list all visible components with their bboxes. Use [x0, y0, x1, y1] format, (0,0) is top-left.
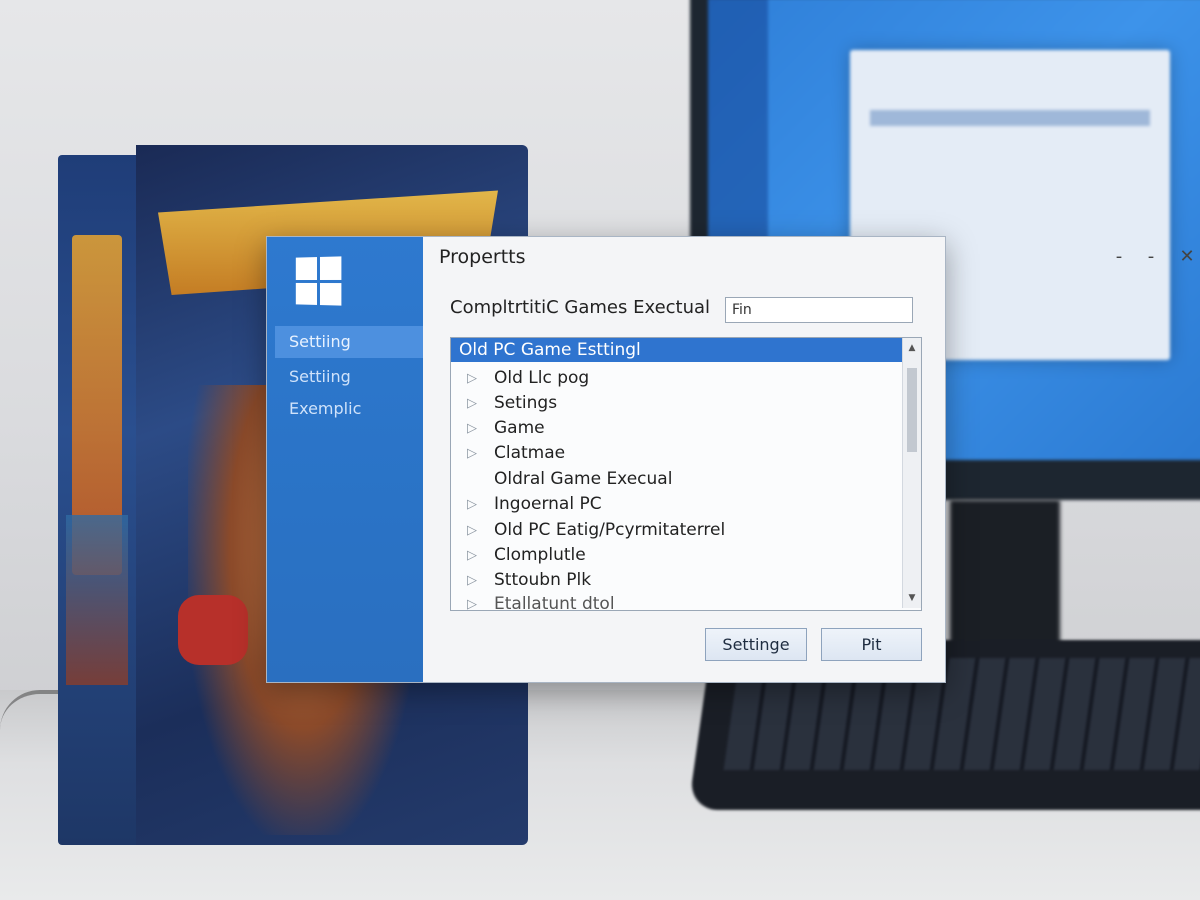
- restore-button[interactable]: -: [1137, 243, 1165, 271]
- game-box-spine: [58, 155, 136, 845]
- dialog-title: Propertts: [439, 246, 526, 268]
- list-scrollbar[interactable]: ▲ ▼: [902, 338, 921, 608]
- list-item-label: Ingoernal PC: [494, 494, 602, 514]
- title-bar: Propertts - - ✕: [423, 237, 1195, 277]
- list-item-label: Setings: [494, 393, 558, 413]
- dialog-content: Propertts - - ✕ CompltrtitiC Games Exect…: [423, 237, 1195, 682]
- expand-arrow-icon[interactable]: ▷: [467, 543, 481, 568]
- properties-dialog: Settiing Settiing Exemplic Propertts - -…: [266, 236, 1195, 683]
- close-button[interactable]: ✕: [1173, 243, 1200, 271]
- scrollbar-thumb[interactable]: [907, 368, 917, 452]
- list-item[interactable]: ▷ Setings: [451, 391, 902, 416]
- settings-button[interactable]: Settinge: [705, 628, 807, 661]
- list-item-label: Etallatunt dtol: [494, 594, 615, 611]
- list-item-label: Sttoubn Plk: [494, 570, 592, 590]
- text-field[interactable]: [725, 297, 913, 323]
- list-item-label: Game: [494, 418, 545, 438]
- expand-arrow-icon[interactable]: ▷: [467, 492, 481, 517]
- expand-arrow-icon[interactable]: ▷: [467, 366, 481, 391]
- sidebar-item-example[interactable]: Exemplic: [275, 393, 423, 425]
- game-box-spine-art: [66, 515, 128, 685]
- list-item-label: Clomplutle: [494, 545, 586, 565]
- expand-arrow-icon[interactable]: ▷: [467, 592, 481, 610]
- list-selected-item[interactable]: Old PC Game Esttingl: [451, 338, 902, 362]
- expand-arrow-icon[interactable]: ▷: [467, 568, 481, 593]
- list-item-label: Old PC Eatig/Pcyrmitaterrel: [494, 520, 726, 540]
- expand-arrow-icon[interactable]: ▷: [467, 441, 481, 466]
- scroll-up-icon[interactable]: ▲: [903, 340, 921, 356]
- options-list[interactable]: Old PC Game Esttingl ▷ Old Llc pog ▷ Set…: [450, 337, 922, 611]
- minimize-button[interactable]: -: [1105, 243, 1133, 271]
- list-item[interactable]: Oldral Game Execual: [451, 467, 902, 492]
- list-item-label: Clatmae: [494, 443, 566, 463]
- list-item[interactable]: ▷ Ingoernal PC: [451, 492, 902, 517]
- field-label: CompltrtitiC Games Exectual: [450, 297, 711, 318]
- list-item[interactable]: ▷ Sttoubn Plk: [451, 568, 902, 593]
- list-item[interactable]: ▷ Clomplutle: [451, 543, 902, 568]
- game-box-hero-fist: [178, 595, 248, 665]
- list-item[interactable]: ▷ Etallatunt dtol: [451, 592, 902, 611]
- expand-arrow-icon[interactable]: ▷: [467, 518, 481, 543]
- windows-logo-icon: [295, 256, 342, 306]
- list-item-label: Oldral Game Execual: [494, 469, 673, 489]
- dialog-sidebar: Settiing Settiing Exemplic: [267, 237, 423, 682]
- scroll-down-icon[interactable]: ▼: [903, 590, 921, 606]
- pit-button[interactable]: Pit: [821, 628, 922, 661]
- list-item[interactable]: ▷ Game: [451, 416, 902, 441]
- list-item[interactable]: ▷ Old Llc pog: [451, 366, 902, 391]
- list-item-label: Old Llc pog: [494, 368, 590, 388]
- sidebar-item-settings-2[interactable]: Settiing: [275, 361, 423, 393]
- list-item[interactable]: ▷ Old PC Eatig/Pcyrmitaterrel: [451, 518, 902, 543]
- monitor-stand: [950, 500, 1060, 660]
- sidebar-item-settings[interactable]: Settiing: [275, 326, 423, 358]
- expand-arrow-icon[interactable]: ▷: [467, 391, 481, 416]
- expand-arrow-icon[interactable]: ▷: [467, 416, 481, 441]
- list-item[interactable]: ▷ Clatmae: [451, 441, 902, 466]
